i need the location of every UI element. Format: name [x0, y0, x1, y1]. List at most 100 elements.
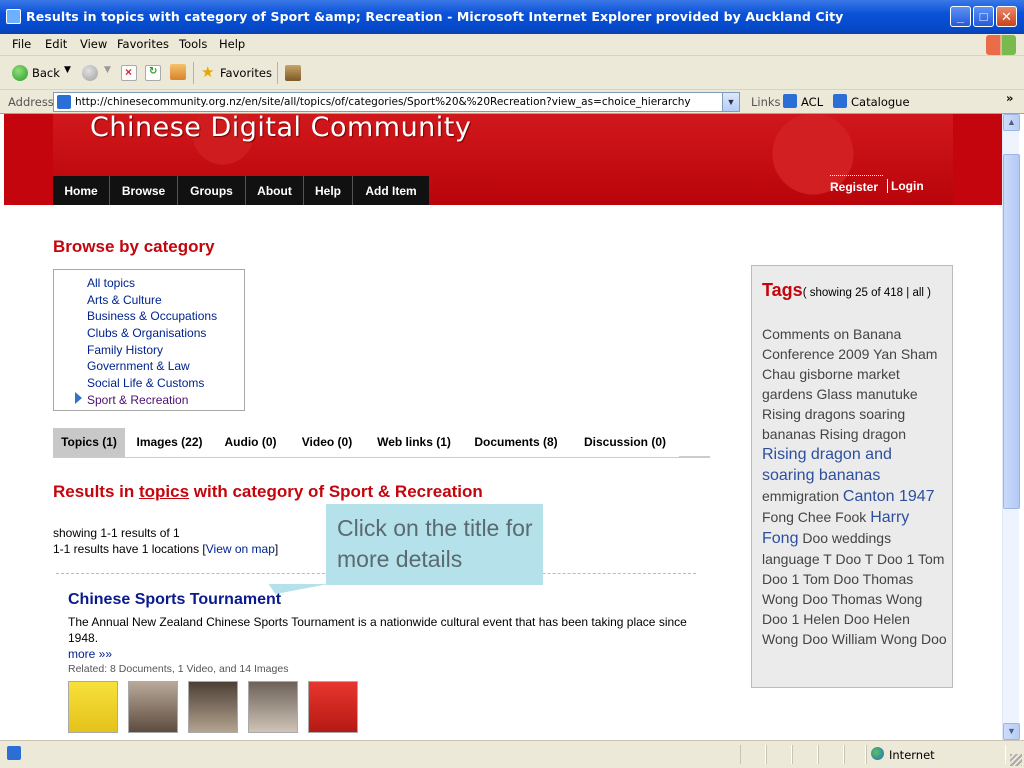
menu-favorites[interactable]: Favorites	[117, 37, 169, 51]
view-on-map-link[interactable]: View on map	[206, 542, 275, 556]
tag-link[interactable]: T Doo	[823, 551, 861, 567]
scroll-up-icon[interactable]: ▲	[1003, 114, 1020, 131]
scroll-down-icon[interactable]: ▼	[1003, 723, 1020, 740]
menu-view[interactable]: View	[80, 37, 107, 51]
menu-edit[interactable]: Edit	[45, 37, 67, 51]
result-thumbnail[interactable]	[188, 681, 238, 733]
home-icon[interactable]	[170, 64, 186, 80]
site-title[interactable]: Chinese Digital Community	[90, 114, 471, 143]
refresh-icon[interactable]: ↻	[145, 65, 161, 81]
link-page-icon	[783, 94, 797, 108]
back-dropdown-icon[interactable]: ▼	[64, 65, 71, 75]
tag-link[interactable]: Tom Doo	[803, 571, 859, 587]
page-icon	[57, 95, 71, 109]
tag-link[interactable]: Comments on Banana	[762, 326, 901, 342]
ie-icon	[6, 9, 21, 24]
tag-link[interactable]: Rising dragon and soaring bananas	[762, 446, 892, 484]
category-social-life[interactable]: Social Life & Customs	[87, 376, 204, 390]
link-catalogue[interactable]: Catalogue	[851, 95, 910, 109]
resize-grip-icon[interactable]	[1010, 754, 1022, 766]
menu-tools[interactable]: Tools	[179, 37, 207, 51]
tag-link[interactable]: manutuke	[856, 386, 917, 402]
results-locations: 1-1 results have 1 locations [View on ma…	[53, 542, 278, 556]
tag-link[interactable]: Doo weddings	[802, 530, 891, 546]
category-business[interactable]: Business & Occupations	[87, 309, 217, 323]
security-zone: Internet	[889, 748, 935, 762]
tab-web-links[interactable]: Web links (1)	[367, 428, 461, 457]
category-arts-culture[interactable]: Arts & Culture	[87, 293, 162, 307]
vertical-scrollbar[interactable]: ▲ ▼	[1002, 114, 1020, 740]
tag-link[interactable]: William Wong Doo	[832, 631, 947, 647]
tab-audio[interactable]: Audio (0)	[214, 428, 287, 457]
help-callout: Click on the title for more details	[326, 504, 543, 585]
result-thumbnail[interactable]	[308, 681, 358, 733]
history-icon[interactable]	[285, 65, 301, 81]
menu-help[interactable]: Help	[219, 37, 245, 51]
category-family-history[interactable]: Family History	[87, 343, 163, 357]
favorites-button[interactable]: Favorites	[220, 66, 272, 80]
result-title-link[interactable]: Chinese Sports Tournament	[68, 591, 281, 609]
nav-browse[interactable]: Browse	[110, 176, 178, 205]
address-dropdown-icon[interactable]: ▼	[722, 93, 739, 111]
scroll-thumb[interactable]	[1003, 154, 1020, 509]
menu-bar: File Edit View Favorites Tools Help	[0, 34, 1024, 56]
result-thumbnail[interactable]	[248, 681, 298, 733]
nav-add-item[interactable]: Add Item	[353, 176, 429, 205]
result-tabs: Topics (1) Images (22) Audio (0) Video (…	[53, 428, 710, 458]
category-government-law[interactable]: Government & Law	[87, 359, 190, 373]
address-url: http://chinesecommunity.org.nz/en/site/a…	[75, 96, 691, 108]
result-description: The Annual New Zealand Chinese Sports To…	[68, 615, 687, 645]
results-heading-post: with category of Sport & Recreation	[189, 482, 483, 501]
minimize-button[interactable]: _	[950, 6, 971, 27]
back-button[interactable]: Back	[32, 66, 60, 80]
tab-images[interactable]: Images (22)	[125, 428, 214, 457]
forward-icon[interactable]	[82, 65, 98, 81]
tab-documents[interactable]: Documents (8)	[461, 428, 571, 457]
nav-about[interactable]: About	[246, 176, 304, 205]
tab-topics[interactable]: Topics (1)	[53, 428, 125, 457]
link-page-icon	[833, 94, 847, 108]
tag-link[interactable]: gisborne	[799, 366, 853, 382]
tags-all-link[interactable]: all	[912, 287, 924, 299]
login-link[interactable]: Login	[887, 179, 924, 193]
menu-file[interactable]: File	[12, 37, 31, 51]
stop-icon[interactable]: ×	[121, 65, 137, 81]
result-thumbnail[interactable]	[128, 681, 178, 733]
tags-header: Tags( showing 25 of 418 | all )	[762, 280, 931, 301]
category-clubs[interactable]: Clubs & Organisations	[87, 326, 206, 340]
tag-link[interactable]: Glass	[816, 386, 852, 402]
tag-link[interactable]: Fong Chee Fook	[762, 509, 866, 525]
current-category-arrow-icon	[75, 392, 82, 404]
tab-discussion[interactable]: Discussion (0)	[571, 428, 679, 457]
nav-help[interactable]: Help	[304, 176, 353, 205]
forward-dropdown-icon[interactable]: ▼	[104, 65, 111, 75]
results-heading-pre: Results in	[53, 482, 139, 501]
tag-link[interactable]: Rising dragon	[820, 426, 906, 442]
nav-groups[interactable]: Groups	[178, 176, 246, 205]
links-chevron-icon[interactable]: »	[1006, 91, 1013, 105]
link-acl[interactable]: ACL	[801, 95, 823, 109]
tag-link[interactable]: emmigration	[762, 488, 839, 504]
result-more-link[interactable]: more »»	[68, 647, 112, 661]
result-thumbnail[interactable]	[68, 681, 118, 733]
browse-heading: Browse by category	[53, 237, 215, 256]
maximize-button[interactable]: □	[973, 6, 994, 27]
favorites-star-icon[interactable]: ★	[201, 63, 214, 81]
tab-video[interactable]: Video (0)	[287, 428, 367, 457]
close-button[interactable]: ✕	[996, 6, 1017, 27]
tag-link[interactable]: Helen Doo	[803, 611, 869, 627]
nav-home[interactable]: Home	[53, 176, 110, 205]
tag-link[interactable]: Canton 1947	[843, 488, 935, 505]
register-link[interactable]: Register	[830, 180, 878, 194]
tag-link[interactable]: T Doo 1	[865, 551, 915, 567]
tag-link[interactable]: language	[762, 551, 820, 567]
category-sport-recreation[interactable]: Sport & Recreation	[87, 393, 188, 407]
results-topics-link[interactable]: topics	[139, 482, 189, 501]
status-bar: Internet	[0, 740, 1024, 768]
window-titlebar[interactable]: Results in topics with category of Sport…	[0, 0, 1024, 34]
address-input[interactable]: http://chinesecommunity.org.nz/en/site/a…	[53, 92, 740, 112]
back-icon[interactable]	[12, 65, 28, 81]
result-related: Related: 8 Documents, 1 Video, and 14 Im…	[68, 663, 289, 675]
tag-link[interactable]: Conference 2009	[762, 346, 869, 362]
category-all-topics[interactable]: All topics	[87, 276, 135, 290]
